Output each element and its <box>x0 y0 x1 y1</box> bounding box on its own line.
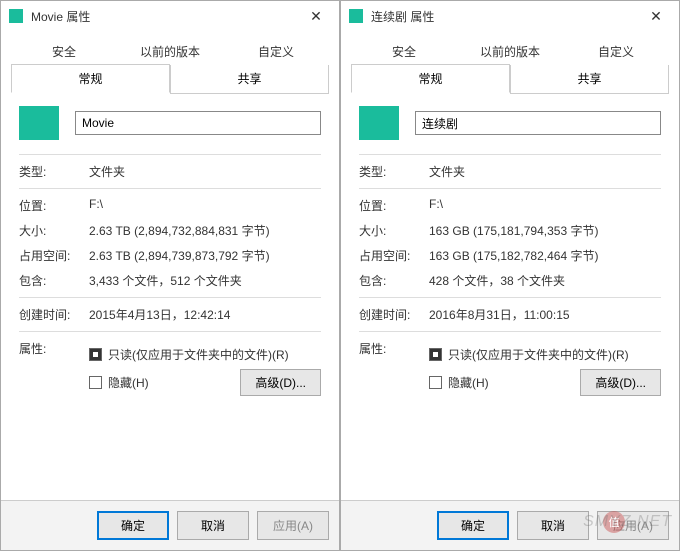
titlebar[interactable]: 连续剧 属性 ✕ <box>341 1 679 31</box>
type-label: 类型: <box>359 163 429 180</box>
hidden-label: 隐藏(H) <box>108 374 149 391</box>
size-label: 大小: <box>19 222 89 239</box>
tab-row-bottom: 常规 共享 <box>11 65 329 94</box>
readonly-label: 只读(仅应用于文件夹中的文件)(R) <box>108 346 289 363</box>
advanced-button[interactable]: 高级(D)... <box>580 369 661 396</box>
tab-general[interactable]: 常规 <box>351 64 510 93</box>
size-on-disk-value: 2.63 TB (2,894,739,873,792 字节) <box>89 247 321 264</box>
tab-security[interactable]: 安全 <box>11 37 117 65</box>
contains-value: 428 个文件，38 个文件夹 <box>429 272 661 289</box>
folder-name-input[interactable] <box>415 111 661 135</box>
contains-value: 3,433 个文件，512 个文件夹 <box>89 272 321 289</box>
hidden-checkbox[interactable] <box>89 376 102 389</box>
window-title: 连续剧 属性 <box>371 8 641 25</box>
size-on-disk-label: 占用空间: <box>359 247 429 264</box>
location-label: 位置: <box>19 197 89 214</box>
contains-label: 包含: <box>19 272 89 289</box>
tab-container: 安全 以前的版本 自定义 常规 共享 <box>341 31 679 94</box>
folder-name-input[interactable] <box>75 111 321 135</box>
dialog-footer: 确定 取消 应用(A) <box>1 500 339 550</box>
size-label: 大小: <box>359 222 429 239</box>
created-value: 2015年4月13日，12:42:14 <box>89 306 321 323</box>
tab-security[interactable]: 安全 <box>351 37 457 65</box>
readonly-label: 只读(仅应用于文件夹中的文件)(R) <box>448 346 629 363</box>
close-icon[interactable]: ✕ <box>301 8 331 25</box>
cancel-button[interactable]: 取消 <box>177 511 249 540</box>
titlebar[interactable]: Movie 属性 ✕ <box>1 1 339 31</box>
tab-row-bottom: 常规 共享 <box>351 65 669 94</box>
type-label: 类型: <box>19 163 89 180</box>
window-title: Movie 属性 <box>31 8 301 25</box>
dialog-footer: 确定 取消 应用(A) <box>341 500 679 550</box>
ok-button[interactable]: 确定 <box>97 511 169 540</box>
advanced-button[interactable]: 高级(D)... <box>240 369 321 396</box>
location-value: F:\ <box>429 197 661 214</box>
attributes-label: 属性: <box>19 340 89 402</box>
tab-row-top: 安全 以前的版本 自定义 <box>11 37 329 66</box>
folder-icon <box>349 9 363 23</box>
type-value: 文件夹 <box>89 163 321 180</box>
content-pane: 类型:文件夹 位置:F:\ 大小:2.63 TB (2,894,732,884,… <box>1 94 339 500</box>
size-value: 2.63 TB (2,894,732,884,831 字节) <box>89 222 321 239</box>
created-label: 创建时间: <box>19 306 89 323</box>
size-value: 163 GB (175,181,794,353 字节) <box>429 222 661 239</box>
tab-previous-versions[interactable]: 以前的版本 <box>457 37 563 65</box>
content-pane: 类型:文件夹 位置:F:\ 大小:163 GB (175,181,794,353… <box>341 94 679 500</box>
tab-customize[interactable]: 自定义 <box>563 37 669 65</box>
created-label: 创建时间: <box>359 306 429 323</box>
location-label: 位置: <box>359 197 429 214</box>
tab-customize[interactable]: 自定义 <box>223 37 329 65</box>
type-value: 文件夹 <box>429 163 661 180</box>
created-value: 2016年8月31日，11:00:15 <box>429 306 661 323</box>
close-icon[interactable]: ✕ <box>641 8 671 25</box>
tab-container: 安全 以前的版本 自定义 常规 共享 <box>1 31 339 94</box>
tab-general[interactable]: 常规 <box>11 64 170 93</box>
tab-row-top: 安全 以前的版本 自定义 <box>351 37 669 66</box>
folder-large-icon <box>359 106 399 140</box>
cancel-button[interactable]: 取消 <box>517 511 589 540</box>
contains-label: 包含: <box>359 272 429 289</box>
apply-button[interactable]: 应用(A) <box>597 511 669 540</box>
readonly-checkbox[interactable] <box>429 348 442 361</box>
hidden-checkbox[interactable] <box>429 376 442 389</box>
tab-previous-versions[interactable]: 以前的版本 <box>117 37 223 65</box>
hidden-label: 隐藏(H) <box>448 374 489 391</box>
attributes-label: 属性: <box>359 340 429 402</box>
apply-button[interactable]: 应用(A) <box>257 511 329 540</box>
properties-dialog-left: Movie 属性 ✕ 安全 以前的版本 自定义 常规 共享 类型:文件夹 位置:… <box>0 0 340 551</box>
size-on-disk-value: 163 GB (175,182,782,464 字节) <box>429 247 661 264</box>
properties-dialog-right: 连续剧 属性 ✕ 安全 以前的版本 自定义 常规 共享 类型:文件夹 位置:F:… <box>340 0 680 551</box>
ok-button[interactable]: 确定 <box>437 511 509 540</box>
folder-large-icon <box>19 106 59 140</box>
location-value: F:\ <box>89 197 321 214</box>
readonly-checkbox[interactable] <box>89 348 102 361</box>
tab-sharing[interactable]: 共享 <box>170 65 329 94</box>
tab-sharing[interactable]: 共享 <box>510 65 669 94</box>
folder-icon <box>9 9 23 23</box>
size-on-disk-label: 占用空间: <box>19 247 89 264</box>
